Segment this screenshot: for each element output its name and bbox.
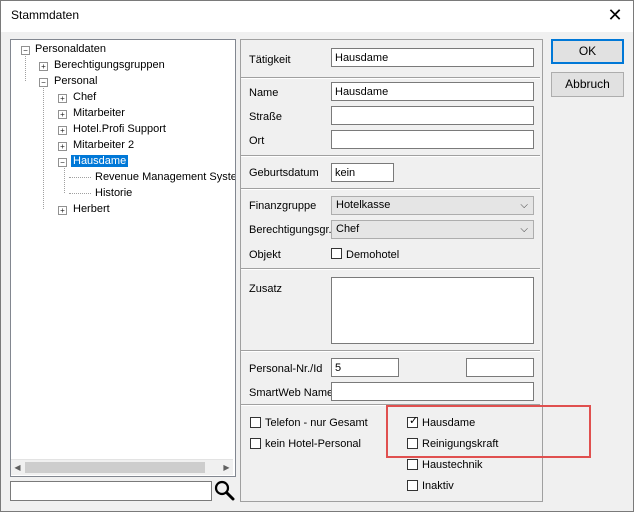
taetigkeit-label: Tätigkeit [249, 54, 291, 66]
berechtigung-label: Berechtigungsgr. [249, 224, 332, 236]
personalnr-label: Personal-Nr./Id [249, 363, 323, 375]
tree-item-revenue-management[interactable]: Revenue Management System [93, 170, 236, 185]
chevron-down-icon[interactable]: ⌵ [520, 197, 528, 214]
berechtigung-value: Chef [336, 223, 360, 235]
scroll-right-icon[interactable]: ▶ [220, 461, 233, 474]
divider [241, 77, 540, 79]
tree-item-hotel-profi-support[interactable]: + Hotel.Profi Support [57, 122, 168, 137]
tree-item-label: Hotel.Profi Support [73, 123, 166, 135]
collapse-icon[interactable]: − [58, 158, 67, 167]
chevron-down-icon[interactable]: ⌵ [520, 221, 528, 238]
tree-line [43, 85, 44, 209]
divider [241, 188, 540, 190]
geburtsdatum-field[interactable]: kein [331, 163, 394, 182]
tree-item-label: Personal [54, 75, 98, 87]
tree-item-label: Historie [95, 187, 133, 199]
tree-item-personaldaten[interactable]: − Personaldaten [19, 42, 108, 57]
divider [241, 155, 540, 157]
tree-line [25, 53, 26, 81]
expand-icon[interactable]: + [58, 206, 67, 215]
personalnr-field[interactable]: 5 [331, 358, 399, 377]
kein-hotel-personal-checkbox[interactable] [250, 438, 261, 449]
taetigkeit-field[interactable]: Hausdame [331, 48, 534, 67]
tree-horizontal-scrollbar[interactable]: ◀ ▶ [11, 459, 233, 475]
tree-item-chef[interactable]: + Chef [57, 90, 98, 105]
tree-item-label: Herbert [73, 203, 110, 215]
smartweb-label: SmartWeb Name [249, 387, 334, 399]
berechtigung-select[interactable]: Chef ⌵ [331, 220, 534, 239]
tree-item-label: Mitarbeiter [73, 107, 125, 119]
ort-label: Ort [249, 135, 265, 147]
ok-button[interactable]: OK [551, 39, 624, 64]
expand-icon[interactable]: + [58, 126, 67, 135]
inaktiv-checkbox[interactable] [407, 480, 418, 491]
scrollbar-thumb[interactable] [25, 462, 205, 473]
search-icon[interactable] [213, 479, 235, 501]
smartweb-field[interactable] [331, 382, 534, 401]
tree-item-mitarbeiter[interactable]: + Mitarbeiter [57, 106, 127, 121]
tree-item-mitarbeiter-2[interactable]: + Mitarbeiter 2 [57, 138, 136, 153]
collapse-icon[interactable]: − [21, 46, 30, 55]
strasse-field[interactable] [331, 106, 534, 125]
name-label: Name [249, 87, 279, 99]
tree-line [69, 177, 91, 178]
tree-item-label: Mitarbeiter 2 [73, 139, 135, 151]
expand-icon[interactable]: + [39, 62, 48, 71]
haustechnik-checkbox[interactable] [407, 459, 418, 470]
tree-item-hausdame[interactable]: − Hausdame [57, 154, 129, 169]
geburtsdatum-label: Geburtsdatum [249, 167, 319, 179]
title-bar: Stammdaten ✕ [0, 0, 634, 32]
telefon-label: Telefon - nur Gesamt [265, 417, 368, 429]
name-field[interactable]: Hausdame [331, 82, 534, 101]
search-input[interactable] [10, 481, 212, 501]
finanzgruppe-label: Finanzgruppe [249, 200, 317, 212]
tree-line [64, 165, 65, 193]
divider [241, 350, 540, 352]
tree-view[interactable]: − Personaldaten + Berechtigungsgruppen −… [10, 39, 236, 477]
personalnr-extra-field[interactable] [466, 358, 534, 377]
cancel-button[interactable]: Abbruch [551, 72, 624, 97]
tree-item-berechtigungsgruppen[interactable]: + Berechtigungsgruppen [38, 58, 167, 73]
expand-icon[interactable]: + [58, 94, 67, 103]
tree-item-herbert[interactable]: + Herbert [57, 202, 112, 217]
expand-icon[interactable]: + [58, 110, 67, 119]
inaktiv-label: Inaktiv [422, 480, 454, 492]
tree-line [69, 193, 91, 194]
divider [241, 268, 540, 270]
tree-item-personal[interactable]: − Personal [38, 74, 99, 89]
close-icon[interactable]: ✕ [604, 4, 626, 26]
tree-item-label: Berechtigungsgruppen [54, 59, 165, 71]
objekt-checkbox[interactable] [331, 248, 342, 259]
ort-field[interactable] [331, 130, 534, 149]
haustechnik-label: Haustechnik [422, 459, 483, 471]
tree-item-label: Hausdame [71, 155, 129, 167]
highlight-box [386, 405, 591, 458]
collapse-icon[interactable]: − [39, 78, 48, 87]
telefon-checkbox[interactable] [250, 417, 261, 428]
objekt-label: Objekt [249, 249, 281, 261]
scroll-left-icon[interactable]: ◀ [11, 461, 24, 474]
tree-item-historie[interactable]: Historie [93, 186, 134, 201]
finanzgruppe-select[interactable]: Hotelkasse ⌵ [331, 196, 534, 215]
window-title: Stammdaten [11, 8, 80, 22]
kein-hotel-personal-label: kein Hotel-Personal [265, 438, 361, 450]
strasse-label: Straße [249, 111, 283, 123]
zusatz-textarea[interactable] [331, 277, 534, 344]
tree-item-label: Chef [73, 91, 97, 103]
finanzgruppe-value: Hotelkasse [336, 199, 391, 211]
tree-item-label: Personaldaten [35, 43, 106, 55]
tree-item-label: Revenue Management System [95, 171, 236, 183]
objekt-value: Demohotel [346, 249, 400, 261]
expand-icon[interactable]: + [58, 142, 67, 151]
zusatz-label: Zusatz [249, 283, 283, 295]
